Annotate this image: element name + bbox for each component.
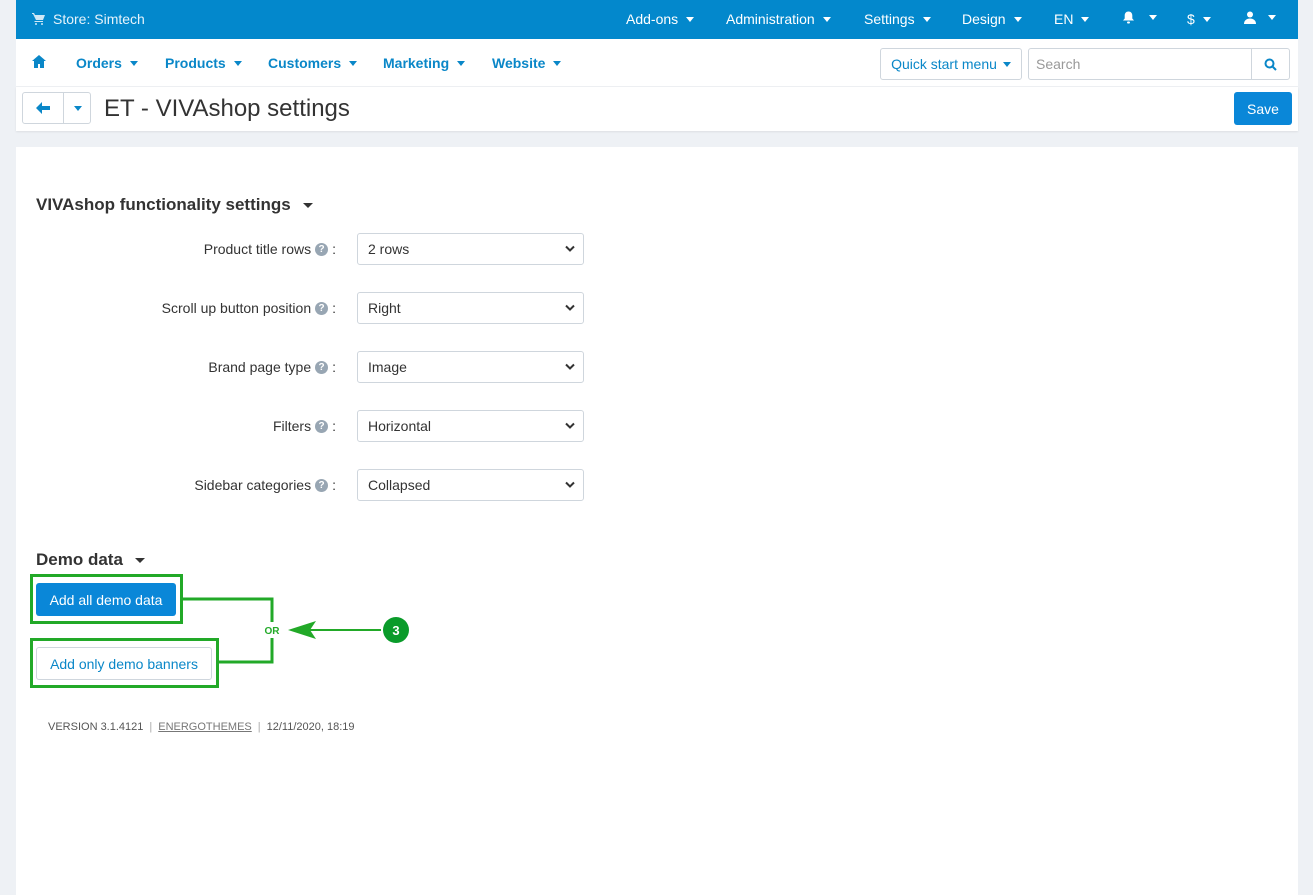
- version-text: VERSION 3.1.4121: [48, 721, 144, 733]
- user-icon: [1244, 11, 1256, 24]
- bracket-line: [183, 597, 274, 664]
- save-button[interactable]: Save: [1234, 92, 1292, 125]
- caret-down-icon: [1013, 16, 1022, 22]
- search-input[interactable]: [1029, 49, 1251, 79]
- arrow-left-icon: [36, 102, 50, 114]
- topnav-administration[interactable]: Administration: [726, 11, 831, 27]
- chevron-down-icon: [565, 422, 575, 429]
- topnav-addons[interactable]: Add-ons: [626, 11, 695, 27]
- caret-down-icon: [822, 16, 831, 22]
- top-bar: Store: Simtech Add-ons Administration Se…: [16, 0, 1298, 39]
- quick-start-menu-button[interactable]: Quick start menu: [880, 48, 1022, 80]
- caret-down-icon: [129, 60, 138, 66]
- nav-orders-label: Orders: [76, 55, 122, 71]
- topnav-addons-label: Add-ons: [626, 11, 679, 27]
- search-button[interactable]: [1251, 49, 1289, 79]
- quick-start-label: Quick start menu: [891, 56, 997, 72]
- caret-down-icon: [1002, 61, 1011, 67]
- topnav-settings[interactable]: Settings: [864, 11, 931, 27]
- nav-products[interactable]: Products: [165, 55, 242, 71]
- topnav-design[interactable]: Design: [962, 11, 1022, 27]
- annotation-overlay: OR 3: [183, 597, 409, 664]
- chevron-down-icon: [565, 363, 575, 370]
- chevron-down-icon: [565, 245, 575, 252]
- footer: VERSION 3.1.4121 | ENERGOTHEMES | 12/11/…: [48, 721, 355, 733]
- nav-marketing-label: Marketing: [383, 55, 450, 71]
- topnav-language-label: EN: [1054, 11, 1074, 27]
- page-title: ET - VIVAshop settings: [104, 95, 350, 122]
- topnav-administration-label: Administration: [726, 11, 815, 27]
- title-bar: ET - VIVAshop settings Save: [16, 87, 1298, 131]
- nav-customers-label: Customers: [268, 55, 342, 71]
- brand-link[interactable]: ENERGOTHEMES: [158, 721, 252, 733]
- search-box: [1028, 48, 1290, 80]
- home-icon[interactable]: [32, 55, 46, 68]
- main-nav: Orders Products Customers Marketing Webs…: [16, 39, 1298, 87]
- back-button[interactable]: [23, 93, 64, 123]
- caret-down-icon: [233, 60, 242, 66]
- caret-down-icon: [74, 105, 82, 111]
- caret-down-icon: [686, 16, 695, 22]
- bell-icon: [1123, 11, 1134, 24]
- nav-orders[interactable]: Orders: [76, 55, 138, 71]
- caret-down-icon: [1202, 16, 1211, 22]
- cart-icon: [32, 13, 45, 25]
- caret-down-icon: [457, 60, 466, 66]
- topnav-notifications[interactable]: [1122, 11, 1157, 24]
- topnav-user[interactable]: [1244, 11, 1276, 24]
- caret-down-icon: [553, 60, 562, 66]
- divider: |: [257, 721, 261, 733]
- topnav-currency[interactable]: $: [1187, 11, 1211, 27]
- divider: |: [149, 721, 153, 733]
- nav-website[interactable]: Website: [492, 55, 562, 71]
- caret-down-icon: [1081, 16, 1090, 22]
- topnav-settings-label: Settings: [864, 11, 915, 27]
- nav-website-label: Website: [492, 55, 546, 71]
- caret-down-icon: [922, 16, 931, 22]
- topnav-design-label: Design: [962, 11, 1006, 27]
- nav-products-label: Products: [165, 55, 226, 71]
- chevron-down-icon: [565, 481, 575, 488]
- nav-marketing[interactable]: Marketing: [383, 55, 466, 71]
- content-panel: VIVAshop functionality settings Product …: [16, 147, 1298, 895]
- or-label: OR: [265, 626, 281, 637]
- chevron-down-icon: [565, 304, 575, 311]
- back-dropdown-button[interactable]: [64, 93, 90, 123]
- caret-down-icon: [1149, 15, 1157, 20]
- store-label: Store: Simtech: [53, 11, 145, 27]
- search-icon: [1264, 58, 1277, 71]
- store-switcher[interactable]: Store: Simtech: [32, 11, 145, 27]
- caret-down-icon: [349, 60, 358, 66]
- caret-down-icon: [1268, 15, 1276, 20]
- topnav-currency-label: $: [1187, 11, 1195, 27]
- date-text: 12/11/2020, 18:19: [266, 721, 355, 733]
- step-number: 3: [392, 623, 399, 638]
- nav-customers[interactable]: Customers: [268, 55, 358, 71]
- back-button-group: [22, 92, 91, 124]
- topnav-language[interactable]: EN: [1054, 11, 1090, 27]
